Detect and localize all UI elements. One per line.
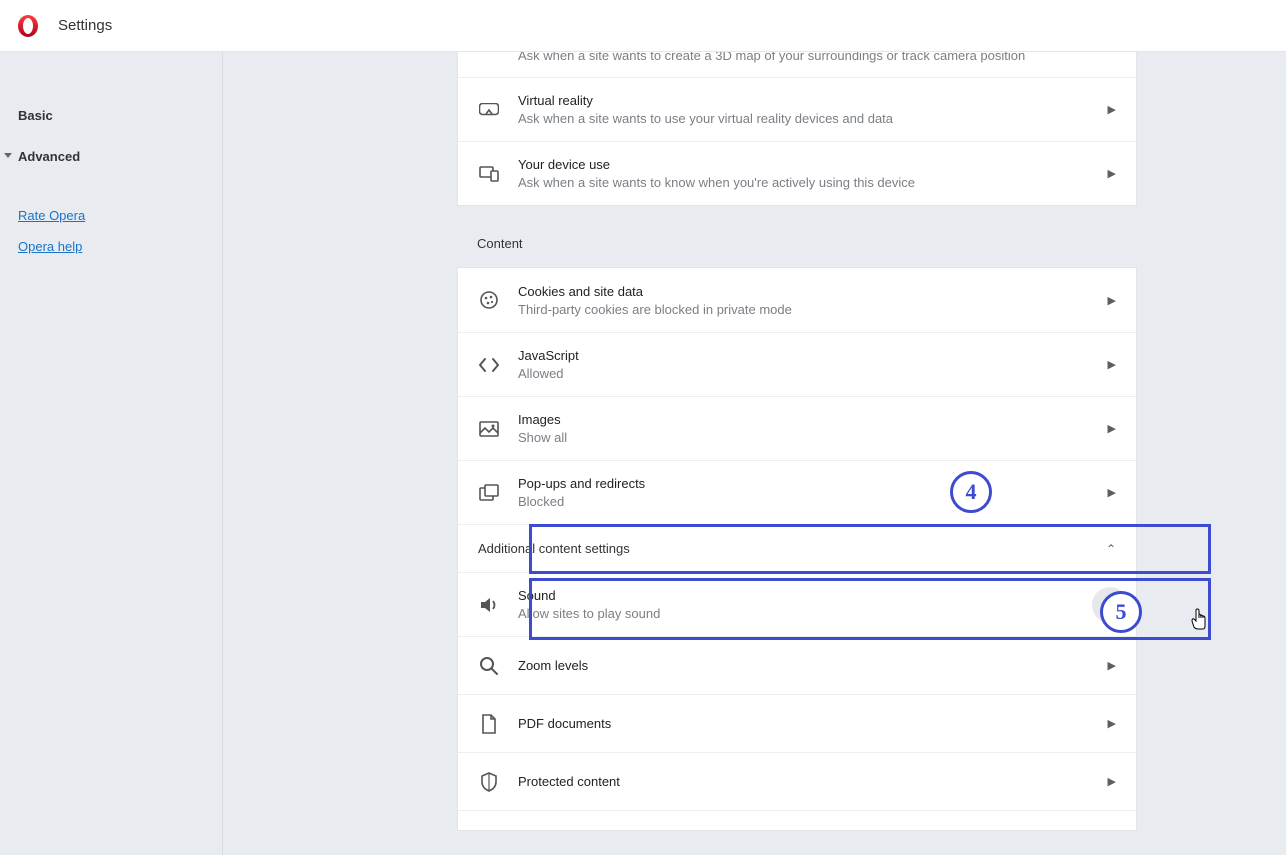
row-protected[interactable]: Protected content ▶ <box>458 752 1136 810</box>
row-zoom[interactable]: Zoom levels ▶ <box>458 636 1136 694</box>
row-javascript[interactable]: JavaScript Allowed ▶ <box>458 332 1136 396</box>
row-title: Your device use <box>518 157 1108 172</box>
popup-icon <box>478 482 500 504</box>
vr-icon <box>478 99 500 121</box>
row-title: Images <box>518 412 1108 427</box>
image-icon <box>478 418 500 440</box>
row-title: Virtual reality <box>518 93 1108 108</box>
chevron-right-icon: ▶ <box>1108 775 1116 788</box>
chevron-right-icon: ▶ <box>1108 294 1116 307</box>
content-section-label: Content <box>457 206 1137 267</box>
chevron-right-icon: ▶ <box>1108 659 1116 672</box>
sidebar-item-advanced[interactable]: Advanced <box>18 143 222 170</box>
sidebar: Basic Advanced Rate Opera Opera help <box>0 52 223 855</box>
code-icon <box>478 354 500 376</box>
content-panel: Cookies and site data Third-party cookie… <box>457 267 1137 831</box>
row-title: JavaScript <box>518 348 1108 363</box>
sidebar-link-help[interactable]: Opera help <box>18 231 222 262</box>
sound-icon <box>478 594 500 616</box>
chevron-right-icon: ▶ <box>1108 103 1116 116</box>
expander-label: Additional content settings <box>478 541 630 556</box>
app-header: Settings <box>0 0 1286 52</box>
chevron-right-icon: ▶ <box>1108 717 1116 730</box>
cookie-icon <box>478 289 500 311</box>
chevron-right-icon: ▶ <box>1106 598 1114 611</box>
row-title: Zoom levels <box>518 658 1108 673</box>
permissions-panel: Ask when a site wants to create a 3D map… <box>457 52 1137 206</box>
row-desc: Ask when a site wants to use your virtua… <box>518 111 1108 126</box>
hover-indicator: ▶ <box>1092 587 1128 623</box>
row-sound[interactable]: Sound Allow sites to play sound ▶ <box>458 572 1136 636</box>
row-title: PDF documents <box>518 716 1108 731</box>
row-desc: Blocked <box>518 494 1108 509</box>
row-virtual-reality[interactable]: Virtual reality Ask when a site wants to… <box>458 77 1136 141</box>
cutoff-row-desc: Ask when a site wants to create a 3D map… <box>458 52 1136 77</box>
opera-logo-icon <box>16 14 40 38</box>
sidebar-item-basic[interactable]: Basic <box>18 102 222 129</box>
chevron-right-icon: ▶ <box>1108 486 1116 499</box>
row-title: Cookies and site data <box>518 284 1108 299</box>
chevron-right-icon: ▶ <box>1108 422 1116 435</box>
row-cookies[interactable]: Cookies and site data Third-party cookie… <box>458 268 1136 332</box>
chevron-right-icon: ▶ <box>1108 167 1116 180</box>
device-icon <box>478 163 500 185</box>
row-desc: Allow sites to play sound <box>518 606 1116 621</box>
zoom-icon <box>478 655 500 677</box>
row-desc: Ask when a site wants to know when you'r… <box>518 175 1108 190</box>
chevron-right-icon: ▶ <box>1108 358 1116 371</box>
row-title: Pop-ups and redirects <box>518 476 1108 491</box>
row-title: Protected content <box>518 774 1108 789</box>
page-title: Settings <box>58 17 112 34</box>
row-popups[interactable]: Pop-ups and redirects Blocked ▶ <box>458 460 1136 524</box>
row-desc: Show all <box>518 430 1108 445</box>
row-pdf[interactable]: PDF documents ▶ <box>458 694 1136 752</box>
pdf-icon <box>478 713 500 735</box>
row-title: Sound <box>518 588 1116 603</box>
chevron-up-icon: ⌃ <box>1106 542 1116 556</box>
row-desc: Allowed <box>518 366 1108 381</box>
row-device-use[interactable]: Your device use Ask when a site wants to… <box>458 141 1136 205</box>
shield-icon <box>478 771 500 793</box>
row-images[interactable]: Images Show all ▶ <box>458 396 1136 460</box>
row-desc: Third-party cookies are blocked in priva… <box>518 302 1108 317</box>
main-content: Ask when a site wants to create a 3D map… <box>223 52 1286 855</box>
additional-content-expander[interactable]: Additional content settings ⌃ <box>458 524 1136 572</box>
sidebar-link-rate[interactable]: Rate Opera <box>18 200 222 231</box>
